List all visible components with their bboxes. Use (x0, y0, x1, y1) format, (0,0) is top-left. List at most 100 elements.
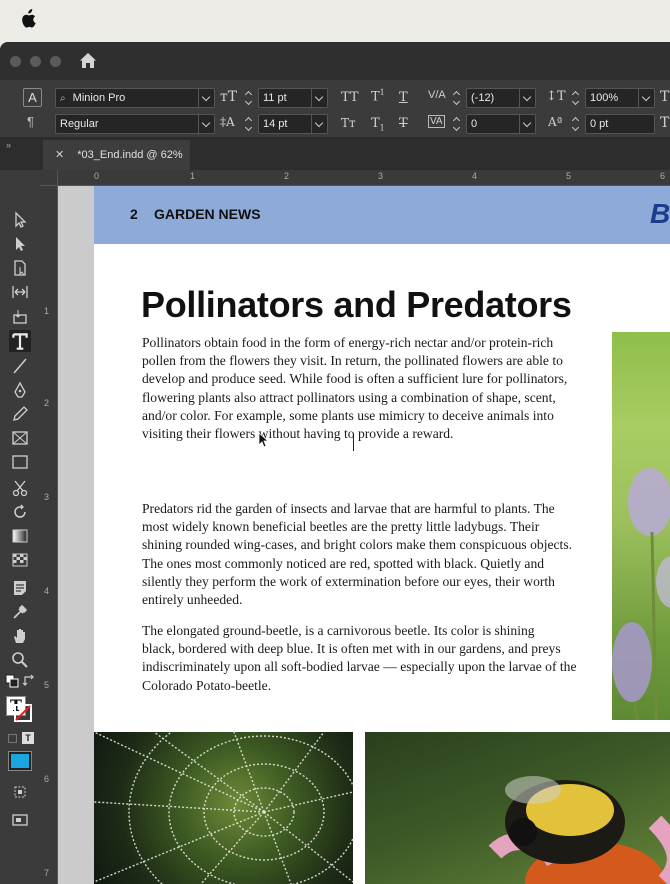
chevron-down-icon[interactable] (311, 89, 327, 107)
screen-mode-icon[interactable] (10, 782, 30, 802)
paragraph-3[interactable]: The elongated ground-beetle, is a carniv… (142, 622, 604, 695)
window-titlebar (0, 42, 670, 80)
fill-stroke-type-widget[interactable]: T (6, 696, 34, 724)
subscript-icon[interactable]: T1 (371, 116, 385, 133)
minimize-window-button[interactable] (30, 56, 41, 67)
font-style-value: Regular (60, 118, 99, 130)
kerning-field[interactable]: (-12) (466, 88, 536, 108)
lavender-photo[interactable] (612, 332, 670, 720)
gap-tool-icon[interactable] (10, 282, 30, 302)
underline-icon[interactable]: T (399, 90, 408, 105)
home-icon[interactable] (79, 52, 97, 70)
ruler-tick-label: 3 (378, 171, 384, 181)
text-line: visiting their flowers without having to… (142, 426, 454, 442)
content-collector-tool-icon[interactable] (10, 306, 30, 326)
character-style-icon[interactable]: T (660, 115, 669, 131)
baseline-shift-field[interactable]: 0 pt (585, 114, 655, 134)
vertical-scale-field[interactable]: 100% (585, 88, 655, 108)
selection-tool-icon[interactable] (10, 210, 30, 230)
font-size-field[interactable]: 11 pt (258, 88, 328, 108)
ruler-tick-label: 6 (44, 774, 50, 784)
superscript-icon[interactable]: T1 (371, 88, 385, 104)
rectangle-tool-icon[interactable] (10, 452, 30, 472)
vertical-scale-value: 100% (590, 92, 619, 104)
tracking-stepper[interactable] (451, 114, 463, 134)
close-window-button[interactable] (10, 56, 21, 67)
chevron-down-icon[interactable] (198, 115, 214, 133)
baseline-shift-value: 0 pt (590, 118, 609, 130)
document-tab[interactable]: ✕ *03_End.indd @ 62% (43, 140, 190, 170)
page-number: 2 (130, 206, 138, 222)
scissors-tool-icon[interactable] (10, 478, 30, 498)
collapse-panels-icon[interactable]: » (6, 140, 11, 150)
ruler-origin[interactable] (40, 170, 58, 186)
font-family-field[interactable]: ⌕ Minion Pro (55, 88, 215, 108)
page-header-band: 2 GARDEN NEWS B (94, 186, 670, 244)
horizontal-ruler[interactable]: 0 1 2 3 4 5 6 (58, 170, 670, 186)
spider-web-photo[interactable] (94, 732, 353, 884)
leading-field[interactable]: 14 pt (258, 114, 328, 134)
small-caps-icon[interactable]: Tт (341, 116, 356, 130)
ruler-tick-label: 0 (94, 171, 100, 181)
pasteboard[interactable]: 2 GARDEN NEWS B Pollinators and Predator… (58, 186, 670, 884)
pen-tool-icon[interactable] (10, 380, 30, 400)
kerning-stepper[interactable] (451, 88, 463, 108)
zoom-tool-icon[interactable] (10, 650, 30, 670)
chevron-down-icon[interactable] (638, 89, 654, 107)
eyedropper-tool-icon[interactable] (10, 602, 30, 622)
text-line: pollen from the flowers they visit. In r… (142, 353, 563, 369)
chevron-down-icon[interactable] (198, 89, 214, 107)
all-caps-icon[interactable]: TT (341, 90, 359, 105)
leading-stepper[interactable] (243, 114, 255, 134)
chevron-down-icon[interactable] (311, 115, 327, 133)
paragraph-2[interactable]: Predators rid the garden of insects and … (142, 500, 604, 609)
strikethrough-icon[interactable]: T (399, 116, 408, 131)
note-tool-icon[interactable] (10, 578, 30, 598)
tracking-field[interactable]: 0 (466, 114, 536, 134)
pencil-tool-icon[interactable] (10, 404, 30, 424)
gpu-preview-icon[interactable] (10, 810, 30, 830)
gradient-feather-tool-icon[interactable] (10, 550, 30, 570)
default-fill-stroke-icon[interactable] (5, 674, 19, 688)
section-title: GARDEN NEWS (154, 206, 261, 222)
apply-color-swatch[interactable] (8, 751, 32, 771)
text-line: The elongated ground-beetle, is a carniv… (142, 623, 535, 638)
line-tool-icon[interactable] (10, 356, 30, 376)
ruler-tick-label: 4 (472, 171, 478, 181)
vertical-scale-stepper[interactable] (570, 88, 582, 108)
direct-selection-tool-icon[interactable] (10, 234, 30, 254)
leading-value: 14 pt (263, 118, 288, 130)
vertical-ruler[interactable]: 1 2 3 4 5 6 7 (40, 186, 58, 884)
formatting-affects-text-icon[interactable]: T (22, 732, 34, 744)
type-tool-active[interactable] (9, 330, 31, 352)
skew-icon[interactable]: T (660, 89, 669, 105)
rotate-tool-icon[interactable] (10, 502, 30, 522)
gradient-swatch-tool-icon[interactable] (10, 526, 30, 546)
kerning-value: (-12) (471, 92, 495, 104)
paragraph-1[interactable]: Pollinators obtain food in the form of e… (142, 334, 604, 443)
paragraph-formatting-mode-button[interactable]: ¶ (27, 114, 34, 129)
document-page[interactable]: 2 GARDEN NEWS B Pollinators and Predator… (94, 186, 670, 884)
hand-tool-icon[interactable] (10, 626, 30, 646)
apple-logo-icon[interactable] (20, 9, 36, 29)
close-tab-icon[interactable]: ✕ (55, 149, 64, 161)
headline[interactable]: Pollinators and Predators (141, 284, 572, 326)
font-style-field[interactable]: Regular (55, 114, 215, 134)
rectangle-frame-tool-icon[interactable] (10, 428, 30, 448)
chevron-down-icon[interactable] (519, 89, 535, 107)
bee-on-flower-photo[interactable] (365, 732, 670, 884)
text-line: shining rounded wing-cases, and bright c… (142, 537, 573, 553)
baseline-shift-stepper[interactable] (570, 114, 582, 134)
macos-menubar (0, 0, 670, 42)
page-tool-icon[interactable] (10, 258, 30, 278)
swap-fill-stroke-icon[interactable] (22, 674, 36, 688)
formatting-affects-container-icon[interactable] (8, 734, 17, 743)
character-formatting-mode-button[interactable]: A (23, 88, 42, 107)
font-size-icon: ᴛT (220, 89, 238, 105)
chevron-down-icon[interactable] (519, 115, 535, 133)
zoom-window-button[interactable] (50, 56, 61, 67)
text-line: Colorado Potato-beetle. (142, 677, 272, 693)
text-insertion-cursor (353, 435, 354, 451)
spider-web-illustration (94, 732, 353, 884)
font-size-stepper[interactable] (243, 88, 255, 108)
